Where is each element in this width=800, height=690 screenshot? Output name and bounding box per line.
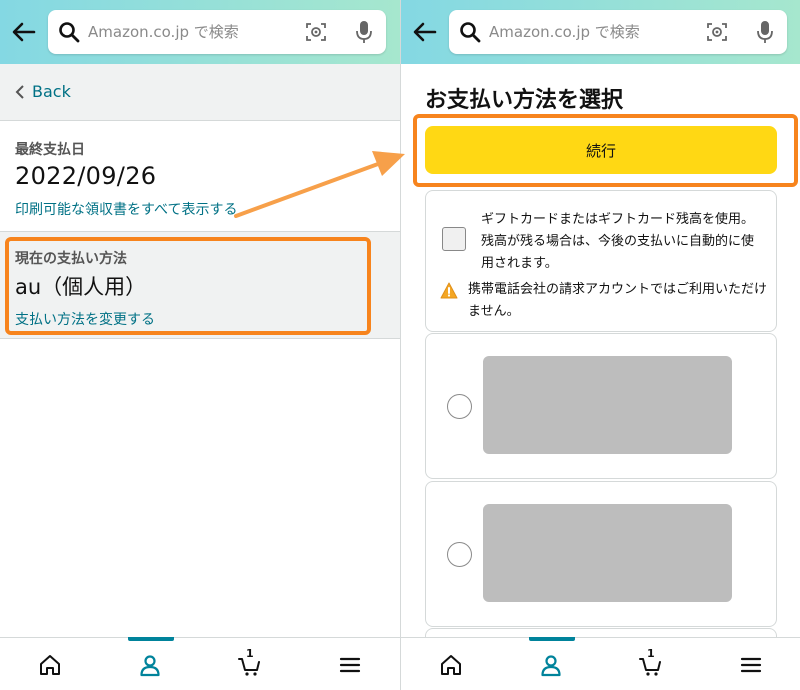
back-link-label: Back (32, 82, 71, 101)
search-box[interactable] (48, 10, 386, 54)
view-receipts-link[interactable]: 印刷可能な領収書をすべて表示する (15, 199, 400, 219)
search-input[interactable] (88, 10, 298, 54)
microphone-icon[interactable] (354, 19, 374, 45)
home-icon (441, 655, 461, 675)
bottom-nav: 1 (401, 637, 800, 690)
nav-home[interactable] (0, 638, 100, 690)
search-header (401, 0, 800, 64)
order-details-panel: Back 最終支払日 2022/09/26 印刷可能な領収書をすべて表示する 現… (0, 0, 400, 690)
nav-menu[interactable] (701, 638, 800, 690)
nav-account[interactable] (501, 637, 601, 690)
camera-scan-icon[interactable] (304, 20, 328, 44)
nav-account[interactable] (100, 637, 200, 690)
warning-icon (440, 282, 458, 299)
active-tab-indicator (128, 637, 174, 641)
search-icon (460, 22, 481, 43)
due-date-value: 2022/09/26 (15, 162, 157, 190)
search-box[interactable] (449, 10, 787, 54)
search-input[interactable] (489, 10, 699, 54)
gift-card-text: ギフトカードまたはギフトカード残高を使用。 残高が残る場合は、今後の支払いに自動… (481, 212, 755, 271)
gift-card-option: ギフトカードまたはギフトカード残高を使用。 残高が残る場合は、今後の支払いに自動… (425, 190, 777, 332)
chevron-left-icon (15, 84, 24, 99)
payment-method-radio[interactable] (447, 394, 472, 419)
payment-method-radio[interactable] (447, 542, 472, 567)
select-payment-panel: お支払い方法を選択 続行 ギフトカードまたはギフトカード残高を使用。 残高が残る… (400, 0, 800, 690)
warning-text: 携帯電話会社の請求アカウントではご利用いただけません。 (468, 282, 768, 319)
account-icon (140, 655, 160, 677)
redacted-payment-details (483, 356, 732, 454)
search-header (0, 0, 400, 64)
bottom-nav: 1 (0, 637, 400, 690)
cart-icon (639, 658, 661, 676)
page-title: お支払い方法を選択 (425, 88, 624, 113)
camera-scan-icon[interactable] (705, 20, 729, 44)
search-icon (59, 22, 80, 43)
payment-method-option[interactable] (425, 481, 777, 627)
nav-menu[interactable] (300, 638, 400, 690)
highlight-box (413, 114, 798, 187)
payment-due-section: 最終支払日 2022/09/26 印刷可能な領収書をすべて表示する (0, 121, 400, 231)
microphone-icon[interactable] (755, 19, 775, 45)
account-icon (541, 655, 561, 677)
nav-cart[interactable]: 1 (200, 638, 300, 690)
active-tab-indicator (529, 637, 575, 641)
menu-icon (339, 657, 361, 673)
home-icon (40, 655, 60, 675)
back-arrow-icon[interactable] (411, 18, 439, 46)
payment-method-option[interactable] (425, 333, 777, 479)
menu-icon (740, 657, 762, 673)
nav-home[interactable] (401, 638, 501, 690)
redacted-payment-details (483, 504, 732, 602)
cart-icon (238, 658, 260, 676)
gift-card-checkbox[interactable] (442, 227, 466, 251)
nav-cart[interactable]: 1 (601, 638, 701, 690)
comparison-screenshot: Back 最終支払日 2022/09/26 印刷可能な領収書をすべて表示する 現… (0, 0, 800, 690)
highlight-box (5, 237, 371, 335)
back-arrow-icon[interactable] (10, 18, 38, 46)
back-link[interactable]: Back (14, 82, 71, 101)
back-bar: Back (0, 64, 400, 121)
due-date-label: 最終支払日 (15, 142, 85, 158)
